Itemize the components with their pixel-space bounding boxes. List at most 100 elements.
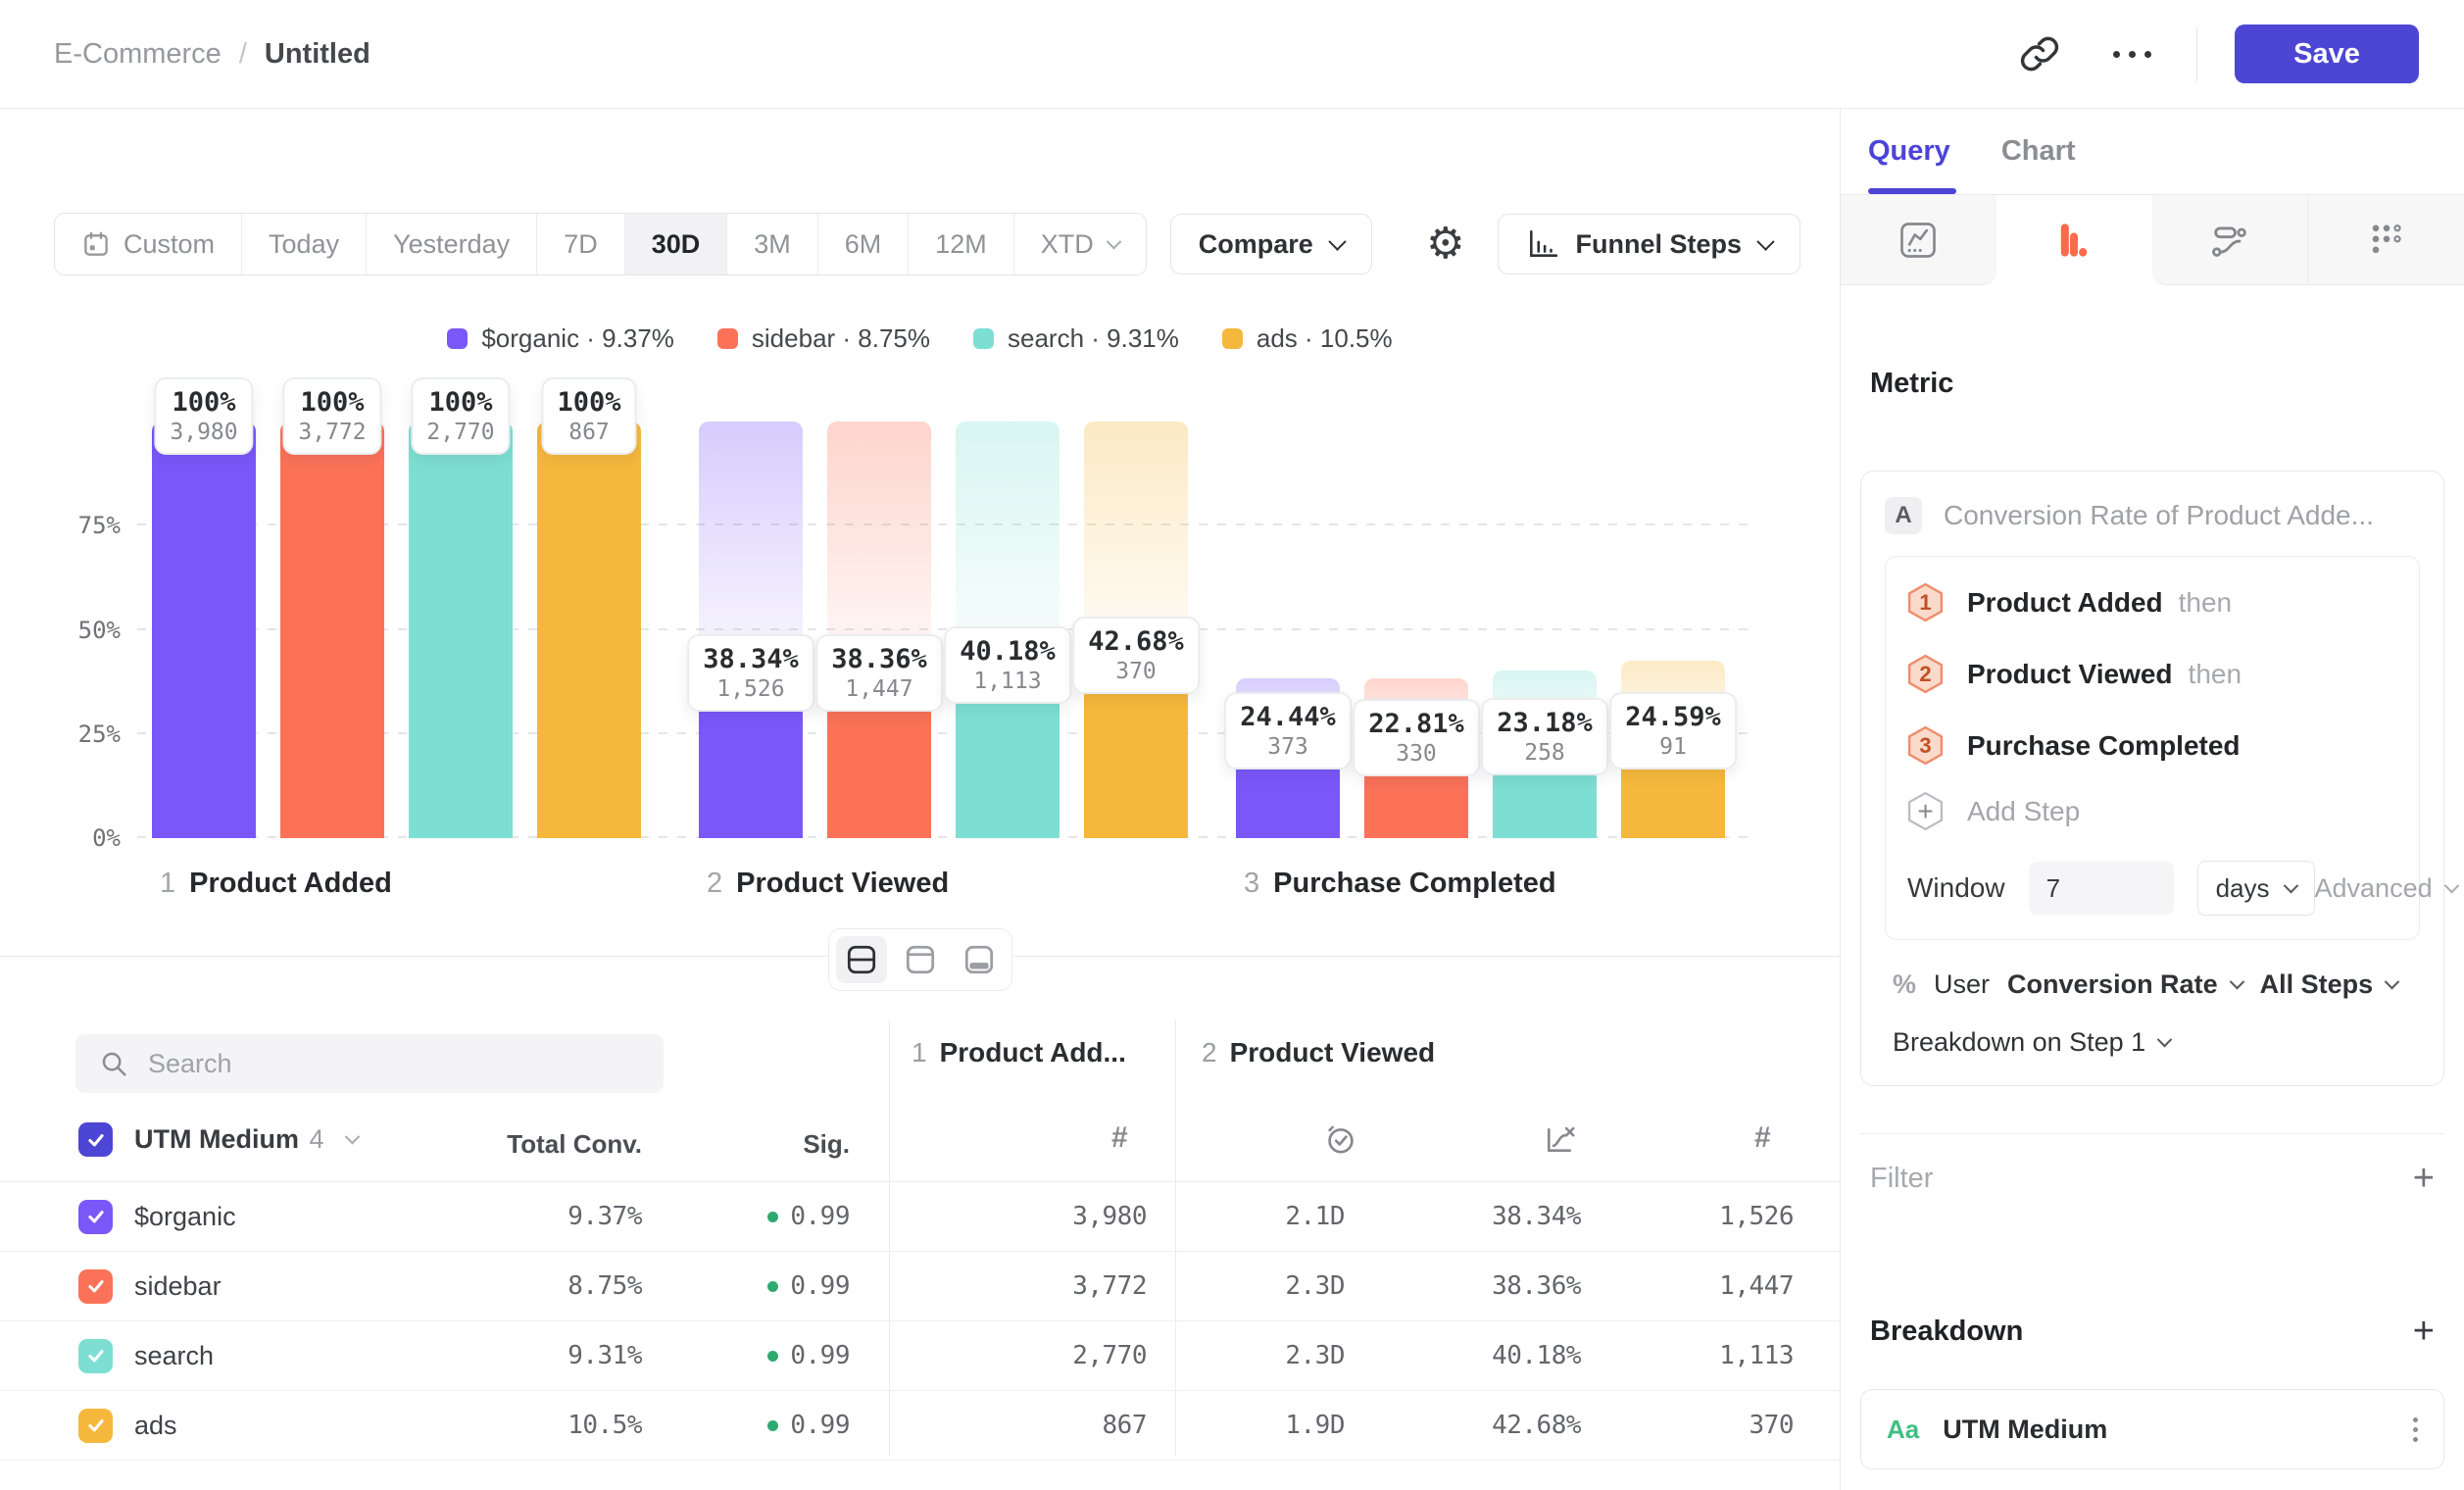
table-row-organic[interactable]: $organic9.37%0.993,9802.1D38.34%1,526	[0, 1182, 1840, 1252]
legend-item-organic[interactable]: $organic · 9.37%	[447, 323, 674, 354]
step-number: 2	[707, 868, 722, 900]
breakdown-column-title[interactable]: UTM Medium	[134, 1124, 299, 1154]
legend-item-sidebar[interactable]: sidebar · 8.75%	[717, 323, 930, 354]
add-breakdown-button[interactable]: +	[2413, 1313, 2435, 1350]
funnel-bar[interactable]	[280, 422, 384, 838]
chart-type-retention[interactable]	[2307, 195, 2464, 285]
funnel-bar-slot: 100%867	[537, 422, 641, 838]
chevron-down-icon	[1328, 232, 1346, 250]
window-value-input[interactable]	[2029, 862, 2174, 915]
avg-time-icon[interactable]	[1323, 1121, 1358, 1157]
step-hexagon-badge: 2	[1907, 654, 1944, 694]
chart-type-funnels[interactable]	[1996, 195, 2152, 285]
conversion-rate-icon[interactable]	[1541, 1121, 1578, 1159]
tab-chart[interactable]: Chart	[2001, 108, 2076, 194]
row-checkbox[interactable]	[78, 1339, 113, 1373]
measure-selector[interactable]: Conversion Rate	[2007, 969, 2242, 1000]
copy-link-button[interactable]	[2012, 26, 2067, 81]
bar-count: 3,772	[298, 420, 366, 445]
chart-view-selector[interactable]: Funnel Steps	[1498, 214, 1800, 274]
settings-gear-button[interactable]: ⚙	[1426, 223, 1464, 266]
cell-value: 3,980	[1072, 1202, 1147, 1231]
step-axis-label-3: 3Purchase Completed	[1244, 868, 1556, 900]
row-checkbox[interactable]	[78, 1269, 113, 1304]
table-row-sidebar[interactable]: sidebar8.75%0.993,7722.3D38.36%1,447	[0, 1252, 1840, 1321]
range-30d[interactable]: 30D	[625, 214, 728, 274]
split-view[interactable]	[836, 936, 887, 983]
funnel-bar[interactable]	[409, 422, 513, 838]
table-row-ads[interactable]: ads10.5%0.998671.9D42.68%370	[0, 1391, 1840, 1461]
advanced-toggle[interactable]: Advanced	[2315, 873, 2457, 904]
ellipsis-icon	[2113, 51, 2151, 58]
funnel-bar[interactable]	[152, 422, 256, 838]
row-checkbox[interactable]	[78, 1409, 113, 1443]
chart-type-flows[interactable]	[2152, 195, 2308, 285]
query-letter-badge: A	[1885, 497, 1922, 534]
breakdown-item-menu[interactable]	[2413, 1417, 2418, 1442]
funnel-bar-slot: 24.59%91	[1621, 422, 1725, 838]
table-header: 1 Product Add... 2 Product Viewed UTM Me…	[0, 1019, 1840, 1182]
metric-steps-list: 1Product Addedthen2Product Viewedthen3Pu…	[1907, 567, 2397, 781]
chevron-down-icon[interactable]	[345, 1129, 361, 1145]
count-hash-icon[interactable]: #	[1754, 1121, 1771, 1155]
calendar-icon	[81, 229, 111, 259]
cell-value: 2.1D	[1285, 1202, 1345, 1231]
chart-type-insights[interactable]	[1841, 195, 1996, 285]
row-checkbox[interactable]	[78, 1200, 113, 1234]
range-today[interactable]: Today	[242, 214, 367, 274]
tab-query[interactable]: Query	[1868, 108, 1950, 194]
table-step1-header[interactable]: 1 Product Add...	[912, 1037, 1126, 1068]
legend-item-search[interactable]: search · 9.31%	[973, 323, 1179, 354]
range-12m[interactable]: 12M	[909, 214, 1014, 274]
range-7d[interactable]: 7D	[537, 214, 625, 274]
legend-swatch	[973, 328, 994, 349]
search-input[interactable]	[146, 1048, 601, 1080]
entity-selector[interactable]: User	[1934, 969, 1990, 1000]
step-label: Product Add...	[940, 1037, 1126, 1068]
breakdown-item[interactable]: Aa UTM Medium	[1860, 1389, 2444, 1469]
more-options-button[interactable]	[2104, 26, 2159, 81]
compare-button[interactable]: Compare	[1170, 214, 1372, 274]
range-3m[interactable]: 3M	[727, 214, 818, 274]
table-row-search[interactable]: search9.31%0.992,7702.3D40.18%1,113	[0, 1321, 1840, 1391]
step-number: 2	[1202, 1037, 1217, 1068]
chart-only-view[interactable]	[895, 936, 946, 983]
bar-value-flag: 24.59%91	[1609, 692, 1737, 770]
sig-column-header[interactable]: Sig.	[654, 1129, 850, 1160]
funnel-bar[interactable]	[537, 422, 641, 838]
add-step-button[interactable]: + Add Step	[1907, 781, 2397, 847]
metric-query-row[interactable]: A Conversion Rate of Product Adde...	[1885, 497, 2420, 534]
range-custom[interactable]: Custom	[55, 214, 242, 274]
count-hash-icon[interactable]: #	[1111, 1121, 1128, 1155]
legend-item-ads[interactable]: ads · 10.5%	[1222, 323, 1393, 354]
bar-count: 370	[1088, 659, 1184, 684]
chevron-down-icon	[1107, 233, 1122, 249]
metric-step-3[interactable]: 3Purchase Completed	[1907, 710, 2397, 781]
chevron-down-icon	[2229, 974, 2244, 990]
select-all-checkbox[interactable]	[78, 1122, 113, 1157]
total-conv-column-header[interactable]: Total Conv.	[446, 1129, 642, 1160]
flows-icon	[2208, 219, 2251, 262]
window-unit-select[interactable]: days	[2197, 861, 2315, 916]
range-yesterday[interactable]: Yesterday	[367, 214, 537, 274]
metric-step-1[interactable]: 1Product Addedthen	[1907, 567, 2397, 638]
metric-step-2[interactable]: 2Product Viewedthen	[1907, 638, 2397, 710]
y-axis-tick: 0%	[36, 824, 121, 852]
step2-count-cell: 1,113	[1568, 1321, 1794, 1390]
range-xtd[interactable]: XTD	[1014, 214, 1146, 274]
funnel-steps-icon	[1526, 228, 1559, 260]
query-sidebar: Query Chart	[1840, 108, 2464, 1490]
step-name: Product Viewed	[736, 868, 949, 900]
table-step2-header[interactable]: 2 Product Viewed	[1202, 1037, 1435, 1068]
breakdown-on-step-selector[interactable]: Breakdown on Step 1	[1885, 1027, 2420, 1058]
metric-step-name: Product Viewed	[1967, 659, 2173, 690]
table-focus-view[interactable]	[954, 936, 1005, 983]
funnel-bar-slot: 40.18%1,113	[956, 422, 1060, 838]
breadcrumb-project[interactable]: E-Commerce	[54, 38, 222, 71]
add-filter-button[interactable]: +	[2413, 1160, 2435, 1197]
breadcrumb: E-Commerce / Untitled	[54, 38, 370, 71]
steps-scope-selector[interactable]: All Steps	[2260, 969, 2398, 1000]
report-title[interactable]: Untitled	[265, 38, 370, 71]
save-button[interactable]: Save	[2235, 25, 2419, 83]
range-6m[interactable]: 6M	[818, 214, 910, 274]
